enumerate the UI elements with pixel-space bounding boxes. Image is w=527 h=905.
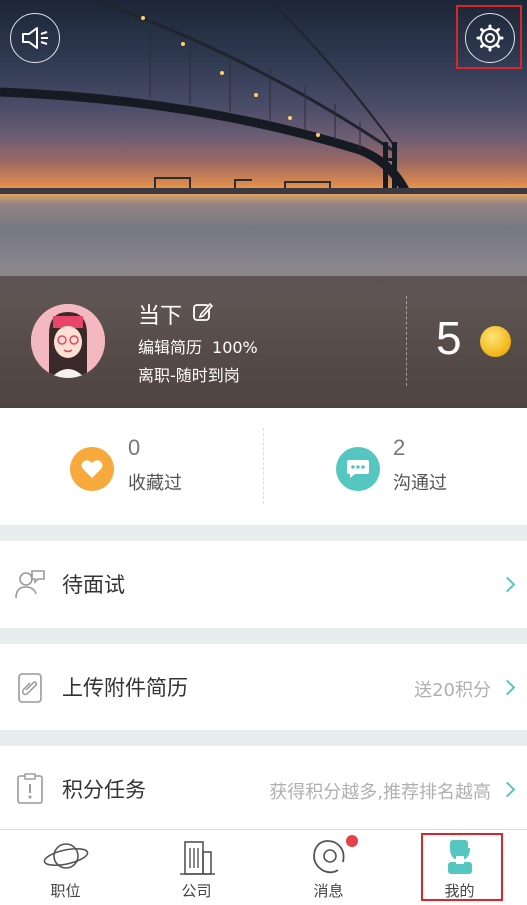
tab-jobs[interactable]: 职位 bbox=[0, 830, 131, 905]
menu-item-interviews[interactable]: 待面试 bbox=[0, 541, 527, 628]
profile-header: 当下 编辑简历 100% 离职-随时到岗 5 bbox=[0, 0, 527, 408]
contacted-label[interactable]: 沟通过 bbox=[393, 469, 447, 495]
task-board-icon bbox=[17, 773, 43, 804]
favorites-label[interactable]: 收藏过 bbox=[128, 469, 182, 495]
resume-completion: 100% bbox=[212, 338, 258, 357]
chevron-right-icon bbox=[499, 576, 516, 593]
stats-panel: 0 收藏过 2 沟通过 bbox=[0, 408, 527, 525]
contacted-count[interactable]: 2 bbox=[393, 435, 405, 461]
attachment-clip-icon bbox=[18, 673, 42, 703]
speaker-icon bbox=[22, 27, 48, 49]
speaker-button[interactable] bbox=[10, 13, 60, 63]
tab-label: 职位 bbox=[50, 882, 81, 900]
menu-label: 上传附件简历 bbox=[62, 676, 188, 700]
user-avatar[interactable] bbox=[31, 304, 105, 378]
edit-pencil-icon[interactable] bbox=[192, 301, 214, 323]
heart-icon bbox=[70, 447, 114, 491]
app-screen: 当下 编辑简历 100% 离职-随时到岗 5 0 收藏过 2 沟通过 待面试 上… bbox=[0, 0, 527, 905]
building-icon bbox=[179, 841, 215, 875]
settings-highlight-box bbox=[456, 5, 522, 69]
tab-companies[interactable]: 公司 bbox=[131, 830, 262, 905]
menu-item-point-tasks[interactable]: 积分任务 获得积分越多,推荐排名越高 bbox=[0, 746, 527, 829]
points-count[interactable]: 5 bbox=[436, 311, 462, 365]
job-status: 离职-随时到岗 bbox=[138, 366, 240, 385]
stats-divider bbox=[263, 428, 264, 504]
menu-hint: 送20积分 bbox=[414, 680, 491, 701]
chevron-right-icon bbox=[499, 781, 516, 798]
menu-hint: 获得积分越多,推荐排名越高 bbox=[269, 782, 491, 803]
message-at-icon bbox=[312, 840, 344, 874]
favorites-count[interactable]: 0 bbox=[128, 435, 140, 461]
tab-messages[interactable]: 消息 bbox=[263, 830, 394, 905]
menu-label: 积分任务 bbox=[62, 778, 146, 802]
user-name: 当下 bbox=[138, 304, 183, 329]
chat-bubble-icon bbox=[336, 447, 380, 491]
coin-icon bbox=[480, 326, 511, 357]
menu-label: 待面试 bbox=[62, 573, 125, 597]
tab-label: 公司 bbox=[181, 882, 212, 900]
mine-tab-highlight-box bbox=[421, 833, 503, 901]
tab-label: 消息 bbox=[313, 882, 344, 900]
avatar-illustration bbox=[31, 304, 105, 378]
resume-label: 编辑简历 bbox=[138, 338, 203, 357]
message-badge bbox=[346, 835, 358, 847]
planet-icon bbox=[43, 843, 88, 869]
interview-people-icon bbox=[15, 570, 45, 599]
resume-status[interactable]: 编辑简历 100% bbox=[138, 334, 258, 358]
menu-item-upload-resume[interactable]: 上传附件简历 送20积分 bbox=[0, 644, 527, 730]
hero-divider bbox=[406, 296, 407, 386]
chevron-right-icon bbox=[499, 679, 516, 696]
